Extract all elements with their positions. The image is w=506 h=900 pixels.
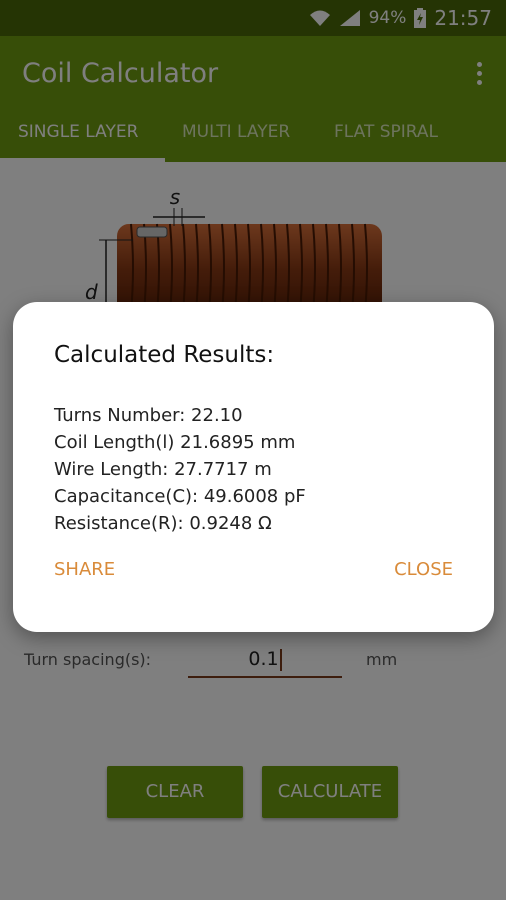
share-button[interactable]: SHARE xyxy=(54,559,115,580)
result-resistance: Resistance(R): 0.9248 Ω xyxy=(54,513,272,534)
result-coil-length: Coil Length(l) 21.6895 mm xyxy=(54,432,296,453)
dialog-title: Calculated Results: xyxy=(54,342,275,368)
close-button[interactable]: CLOSE xyxy=(394,559,453,580)
results-dialog: Calculated Results: Turns Number: 22.10 … xyxy=(13,302,494,632)
results-list: Turns Number: 22.10 Coil Length(l) 21.68… xyxy=(54,402,306,537)
result-turns-number: Turns Number: 22.10 xyxy=(54,405,243,426)
result-capacitance: Capacitance(C): 49.6008 pF xyxy=(54,486,306,507)
result-wire-length: Wire Length: 27.7717 m xyxy=(54,459,272,480)
